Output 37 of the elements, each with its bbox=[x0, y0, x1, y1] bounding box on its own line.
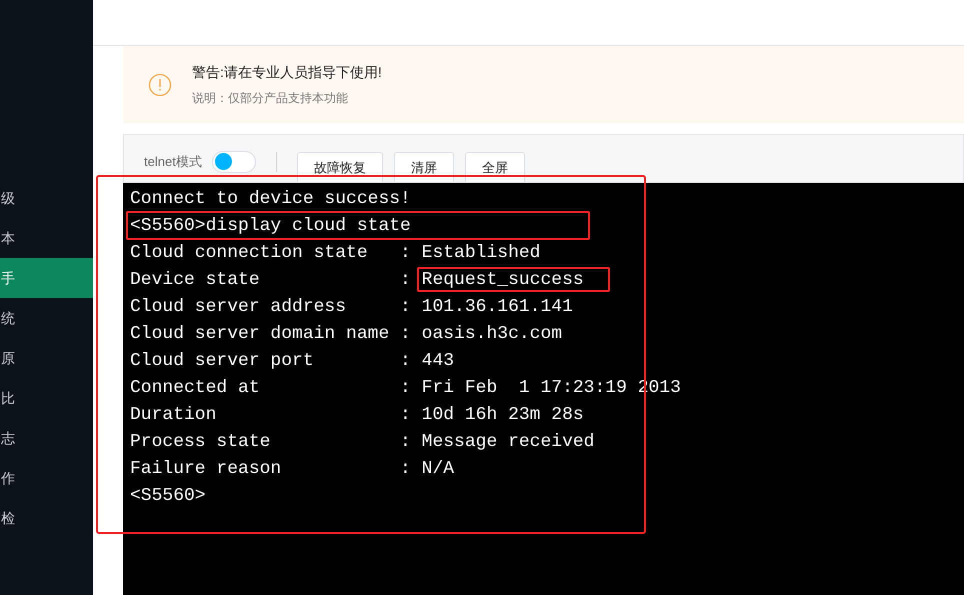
terminal-label: Failure reason : bbox=[130, 460, 412, 478]
terminal-line: <S5560>display cloud state bbox=[130, 216, 411, 234]
toolbar-button[interactable]: 故障恢复 bbox=[296, 152, 383, 182]
sidebar-item[interactable]: 手 bbox=[0, 258, 93, 298]
terminal-value: 10d 16h 23m 28s bbox=[422, 406, 584, 424]
sidebar-item[interactable]: 原 bbox=[0, 338, 93, 378]
terminal-label: Cloud server port : bbox=[130, 352, 412, 370]
terminal-value: N/A bbox=[422, 460, 454, 478]
terminal-value: Request_success bbox=[422, 270, 584, 288]
sidebar-item[interactable]: 级 bbox=[0, 178, 93, 218]
telnet-toggle[interactable] bbox=[212, 150, 256, 172]
toolbar-button[interactable]: 清屏 bbox=[394, 152, 454, 182]
terminal-label: Cloud connection state : bbox=[130, 244, 412, 262]
terminal-value: 101.36.161.141 bbox=[422, 298, 573, 316]
sidebar-item[interactable]: 作 bbox=[0, 458, 93, 498]
terminal-label: Device state : bbox=[130, 270, 412, 288]
warning-icon bbox=[148, 72, 172, 96]
warning-title: 警告:请在专业人员指导下使用! bbox=[192, 63, 382, 82]
terminal-value: Message received bbox=[422, 432, 594, 450]
terminal-value: Established bbox=[422, 244, 540, 262]
sidebar-item[interactable]: 本 bbox=[0, 218, 93, 258]
terminal-label: Duration : bbox=[130, 406, 412, 424]
terminal-value: oasis.h3c.com bbox=[422, 324, 562, 342]
terminal-label: Cloud server address : bbox=[130, 298, 412, 316]
sidebar-item[interactable]: 检 bbox=[0, 498, 93, 538]
terminal-line: Connect to device success! bbox=[130, 190, 411, 208]
terminal-value: 443 bbox=[422, 352, 454, 370]
terminal-line: <S5560> bbox=[130, 486, 206, 504]
sidebar-item[interactable]: 志 bbox=[0, 418, 93, 458]
terminal-label: Process state : bbox=[130, 432, 412, 450]
terminal-label: Connected at : bbox=[130, 378, 412, 396]
terminal-label: Cloud server domain name : bbox=[130, 324, 412, 342]
sidebar-item[interactable]: 比 bbox=[0, 378, 93, 418]
toggle-label: telnet模式 bbox=[144, 152, 202, 171]
warning-note: 说明：仅部分产品支持本功能 bbox=[192, 90, 349, 107]
toolbar-button[interactable]: 全屏 bbox=[464, 152, 525, 182]
sidebar-item[interactable]: 统 bbox=[0, 298, 93, 338]
